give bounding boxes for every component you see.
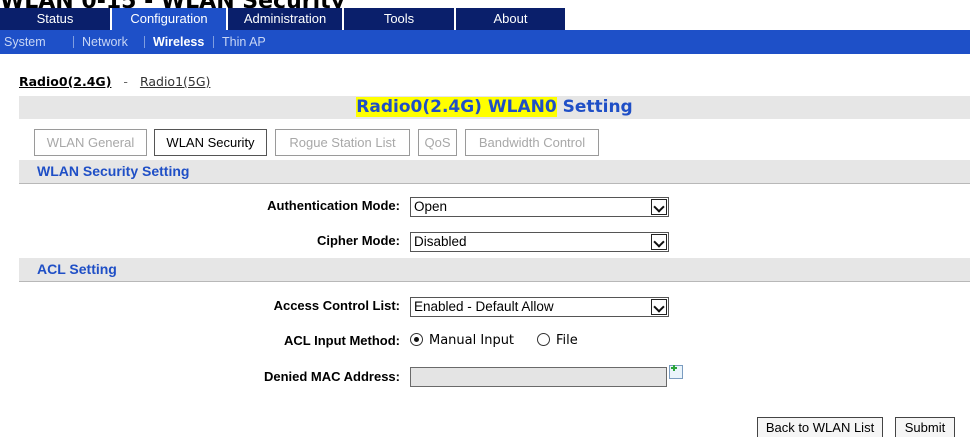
acl-input-file-label: File	[556, 333, 578, 348]
radio-unselected-icon[interactable]	[537, 333, 550, 346]
subnav-thin-ap[interactable]: Thin AP	[222, 30, 266, 54]
page-title-bar: Radio0(2.4G) WLAN0 Setting	[19, 96, 970, 119]
section-wlan-security: WLAN Security Setting	[19, 160, 970, 184]
acl-input-method-label: ACL Input Method:	[283, 333, 400, 348]
radio1-link[interactable]: Radio1(5G)	[140, 74, 210, 89]
subnav-divider	[144, 36, 145, 48]
radio-selector: Radio0(2.4G) - Radio1(5G)	[19, 74, 210, 89]
sub-nav: System Network Wireless Thin AP	[0, 30, 970, 54]
section-acl-title: ACL Setting	[37, 261, 117, 277]
denied-mac-input[interactable]	[410, 367, 667, 387]
page-title-suffix: Setting	[556, 97, 633, 117]
submit-button[interactable]: Submit	[895, 417, 955, 437]
tab-administration[interactable]: Administration	[228, 8, 344, 30]
dropdown-arrow-icon	[651, 299, 667, 315]
tab-bandwidth-control[interactable]: Bandwidth Control	[465, 129, 599, 156]
radio0-link[interactable]: Radio0(2.4G)	[19, 74, 111, 89]
denied-mac-label: Denied MAC Address:	[263, 369, 400, 384]
subnav-wireless[interactable]: Wireless	[153, 30, 204, 54]
auth-mode-select[interactable]: Open	[410, 197, 669, 217]
cipher-mode-label: Cipher Mode:	[316, 233, 400, 248]
dropdown-arrow-icon	[651, 234, 667, 250]
radio-selected-icon[interactable]	[410, 333, 423, 346]
back-to-wlan-list-button[interactable]: Back to WLAN List	[757, 417, 883, 437]
acl-label: Access Control List:	[273, 298, 400, 313]
acl-value: Enabled - Default Allow	[414, 299, 554, 314]
section-wlan-security-title: WLAN Security Setting	[37, 163, 190, 179]
tab-wlan-security[interactable]: WLAN Security	[154, 129, 267, 156]
radio-link-separator: -	[123, 74, 128, 89]
tab-about[interactable]: About	[456, 8, 565, 30]
acl-input-manual-option[interactable]: Manual Input	[410, 333, 514, 348]
tab-rogue-station-list[interactable]: Rogue Station List	[275, 129, 410, 156]
cipher-mode-value: Disabled	[414, 234, 467, 249]
section-acl: ACL Setting	[19, 258, 970, 282]
subnav-divider	[213, 36, 214, 48]
tab-tools[interactable]: Tools	[344, 8, 456, 30]
auth-mode-label: Authentication Mode:	[267, 198, 400, 213]
auth-mode-value: Open	[414, 199, 448, 214]
page: WLAN 0-15 - WLAN Security Status Configu…	[0, 0, 970, 437]
acl-select[interactable]: Enabled - Default Allow	[410, 297, 669, 317]
subnav-system[interactable]: System	[4, 30, 46, 54]
add-mac-icon[interactable]	[669, 365, 683, 379]
tab-status[interactable]: Status	[0, 8, 112, 30]
subnav-divider	[73, 36, 74, 48]
acl-input-manual-label: Manual Input	[429, 333, 515, 348]
acl-input-file-option[interactable]: File	[537, 333, 578, 348]
cipher-mode-select[interactable]: Disabled	[410, 232, 669, 252]
page-title: Radio0(2.4G) WLAN0 Setting	[356, 97, 633, 117]
subnav-network[interactable]: Network	[82, 30, 128, 54]
page-title-highlight: Radio0(2.4G) WLAN0	[356, 97, 557, 117]
dropdown-arrow-icon	[651, 199, 667, 215]
tab-configuration[interactable]: Configuration	[112, 8, 228, 30]
tab-wlan-general[interactable]: WLAN General	[34, 129, 147, 156]
tab-qos[interactable]: QoS	[418, 129, 457, 156]
top-nav: Status Configuration Administration Tool…	[0, 8, 565, 30]
